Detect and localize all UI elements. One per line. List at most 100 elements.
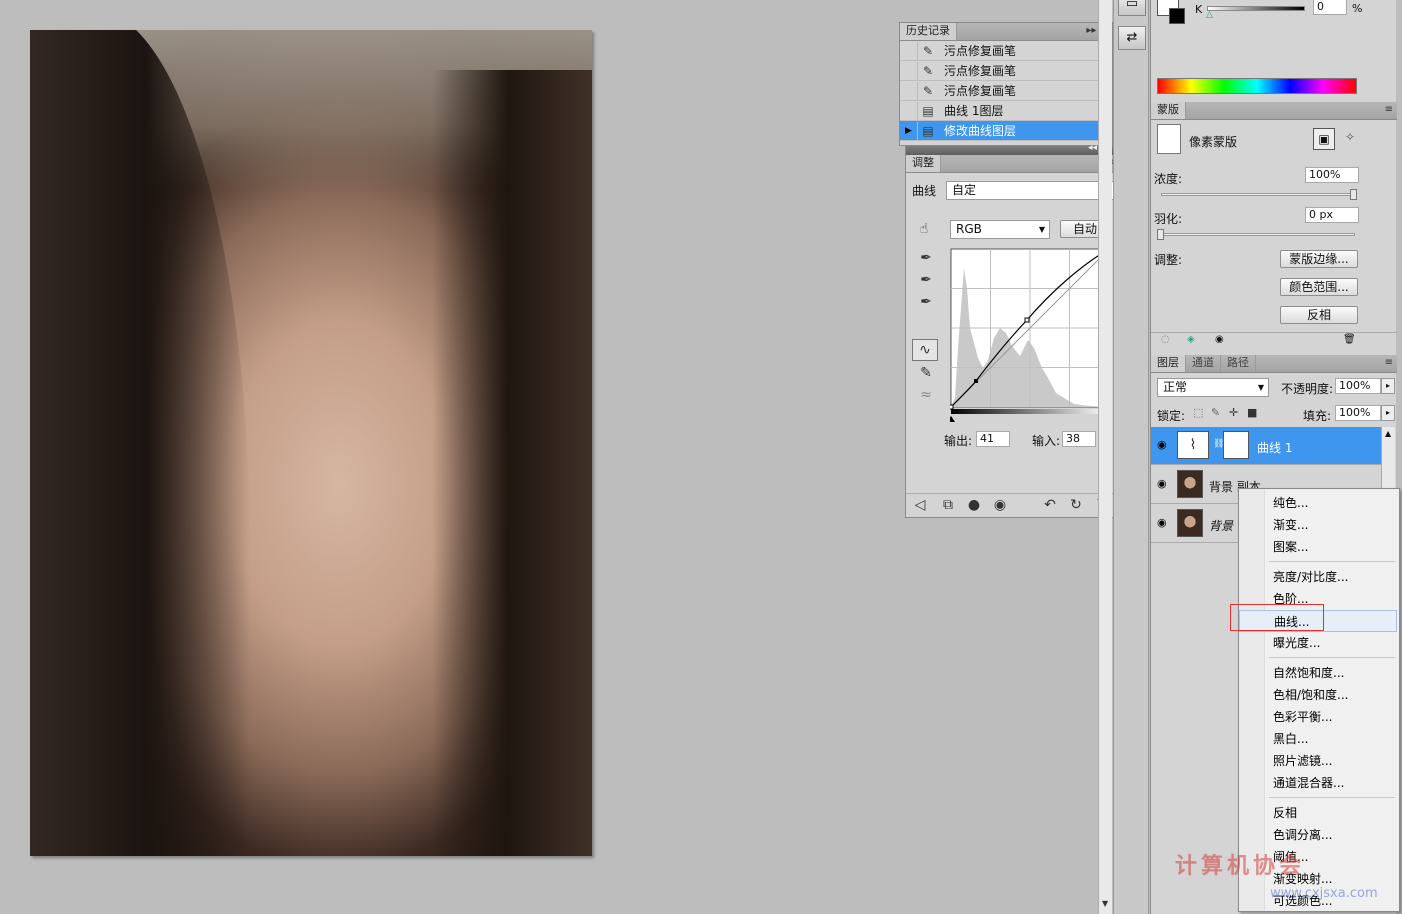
menu-item[interactable]: 通道混合器... — [1239, 772, 1397, 794]
history-snapshot-checkbox[interactable] — [900, 101, 918, 120]
history-snapshot-checkbox[interactable] — [900, 61, 918, 80]
view-previous-icon[interactable]: ↶ — [1040, 495, 1060, 515]
black-eyedropper-icon[interactable]: ✒ — [916, 248, 936, 268]
trash-icon[interactable]: 🗑 — [1343, 334, 1356, 345]
channel-select[interactable]: RGB ▼ — [950, 220, 1050, 239]
preset-select[interactable]: 自定▼ — [946, 181, 1114, 200]
opacity-field[interactable]: 100% — [1335, 378, 1381, 394]
clip-layer-icon[interactable]: ⧉ — [938, 495, 958, 515]
menu-item[interactable]: 渐变... — [1239, 514, 1397, 536]
eye-icon[interactable]: ◉ — [1157, 516, 1167, 529]
dock-button-top[interactable]: ▭ — [1118, 0, 1146, 16]
layer-state-icon: ▤ — [922, 123, 934, 138]
curve-point[interactable] — [1024, 317, 1030, 323]
eye-icon[interactable]: ◉ — [1157, 477, 1167, 490]
history-snapshot-checkbox[interactable] — [900, 41, 918, 60]
scroll-down-icon[interactable]: ▼ — [1102, 899, 1108, 908]
fill-chevron-icon[interactable]: ▸ — [1381, 405, 1395, 421]
feather-field[interactable]: 0 px — [1305, 207, 1359, 223]
menu-item[interactable]: 曝光度... — [1239, 632, 1397, 654]
history-snapshot-checkbox[interactable] — [900, 81, 918, 100]
color-range-button[interactable]: 颜色范围... — [1280, 278, 1358, 296]
blend-mode-select[interactable]: 正常 ▼ — [1157, 378, 1269, 397]
menu-item[interactable]: 图案... — [1239, 536, 1397, 558]
document-canvas-photo[interactable] — [30, 30, 592, 856]
k-value-field[interactable]: 0 — [1313, 0, 1347, 15]
menu-item[interactable]: 照片滤镜... — [1239, 750, 1397, 772]
history-item[interactable]: ✎ 污点修复画笔 — [900, 41, 1112, 61]
background-color-swatch[interactable] — [1169, 8, 1185, 24]
apply-mask-icon[interactable]: ◈ — [1187, 334, 1195, 345]
mask-thumbnail — [1157, 124, 1181, 154]
menu-item[interactable]: 色彩平衡... — [1239, 706, 1397, 728]
layer-mask-thumbnail[interactable] — [1223, 431, 1249, 459]
invert-button[interactable]: 反相 — [1280, 306, 1358, 324]
menu-item[interactable]: 色调分离... — [1239, 824, 1397, 846]
history-item[interactable]: ▶ ▤ 修改曲线图层 — [900, 121, 1112, 141]
history-item[interactable]: ✎ 污点修复画笔 — [900, 61, 1112, 81]
output-field[interactable]: 41 — [976, 431, 1010, 447]
white-eyedropper-icon[interactable]: ✒ — [916, 292, 936, 312]
tab-paths[interactable]: 路径 — [1221, 355, 1256, 372]
dock-history-icon[interactable]: ⇄ — [1118, 26, 1146, 50]
reset-icon[interactable]: ↻ — [1066, 495, 1086, 515]
opacity-chevron-icon[interactable]: ▸ — [1381, 378, 1395, 394]
pencil-tool-icon[interactable]: ✎ — [916, 363, 936, 383]
scroll-up-icon[interactable]: ▲ — [1385, 429, 1391, 438]
gray-eyedropper-icon[interactable]: ✒ — [916, 270, 936, 290]
feather-slider-handle[interactable] — [1157, 229, 1164, 240]
tab-layers[interactable]: 图层 — [1151, 355, 1186, 372]
feather-slider[interactable] — [1161, 233, 1355, 236]
pixel-mask-button-icon[interactable]: ▣ — [1313, 128, 1335, 150]
history-snapshot-checkbox[interactable]: ▶ — [900, 121, 918, 140]
eye-icon[interactable]: ◉ — [990, 495, 1010, 515]
tab-masks[interactable]: 蒙版 — [1151, 102, 1186, 119]
menu-item[interactable]: 色相/饱和度... — [1239, 684, 1397, 706]
lock-transparent-icon[interactable]: ⬚ — [1193, 406, 1203, 419]
k-slider[interactable] — [1207, 6, 1305, 11]
menu-item[interactable]: 纯色... — [1239, 492, 1397, 514]
load-selection-icon[interactable]: ◌ — [1161, 334, 1170, 345]
menu-item[interactable]: 亮度/对比度... — [1239, 566, 1397, 588]
input-field[interactable]: 38 — [1062, 431, 1096, 447]
curve-point[interactable] — [950, 404, 954, 410]
back-arrow-icon[interactable]: ◁ — [910, 495, 930, 515]
curve-point[interactable] — [974, 379, 978, 383]
tab-channels[interactable]: 通道 — [1186, 355, 1221, 372]
tab-history[interactable]: 历史记录 — [900, 23, 957, 40]
tab-adjustments[interactable]: 调整 — [906, 155, 941, 172]
document-scrollbar[interactable]: ▼ — [1098, 0, 1112, 914]
collapse-icon[interactable]: ◂◂ — [1088, 143, 1097, 153]
eye-icon[interactable]: ◉ — [1215, 334, 1224, 345]
history-item[interactable]: ▤ 曲线 1图层 — [900, 101, 1112, 121]
menu-item[interactable]: 反相 — [1239, 802, 1397, 824]
lock-image-icon[interactable]: ✎ — [1211, 406, 1220, 419]
curves-graph[interactable] — [950, 248, 1112, 424]
color-ramp[interactable] — [1157, 78, 1357, 94]
panel-menu-icon[interactable]: ≡ — [1385, 104, 1393, 115]
density-field[interactable]: 100% — [1305, 167, 1359, 183]
vector-mask-icon[interactable]: ✧ — [1345, 130, 1355, 144]
mask-edge-button[interactable]: 蒙版边缘... — [1280, 250, 1358, 268]
visibility-toggle-icon[interactable]: ● — [964, 495, 984, 515]
black-point-slider[interactable] — [950, 416, 955, 422]
lock-position-icon[interactable]: ✛ — [1229, 406, 1238, 419]
menu-item[interactable]: 自然饱和度... — [1239, 662, 1397, 684]
curve-point-tool-icon[interactable]: ∿ — [912, 339, 938, 361]
menu-item[interactable]: 黑白... — [1239, 728, 1397, 750]
history-item[interactable]: ✎ 污点修复画笔 — [900, 81, 1112, 101]
k-slider-handle[interactable]: △ — [1206, 10, 1213, 20]
smooth-curve-icon[interactable]: ≈ — [916, 385, 936, 405]
density-slider-handle[interactable] — [1350, 189, 1357, 200]
watermark-url: www.cxjsxa.com — [1270, 886, 1378, 901]
fill-field[interactable]: 100% — [1335, 405, 1381, 421]
eye-icon[interactable]: ◉ — [1157, 438, 1167, 451]
layer-row-curves[interactable]: ◉ ⌇ ⛓ 曲线 1 — [1151, 427, 1381, 465]
panel-menu-icon[interactable]: ≡ — [1385, 357, 1393, 368]
refine-label: 调整: — [1154, 253, 1183, 267]
lock-all-icon[interactable]: ■ — [1247, 406, 1257, 419]
layers-tabbar: 图层 通道 路径 ≡ — [1151, 355, 1397, 373]
layers-panel: 图层 通道 路径 ≡ — [1151, 355, 1397, 373]
density-slider[interactable] — [1161, 193, 1355, 196]
on-image-adjust-icon[interactable]: ☝ — [914, 219, 934, 239]
